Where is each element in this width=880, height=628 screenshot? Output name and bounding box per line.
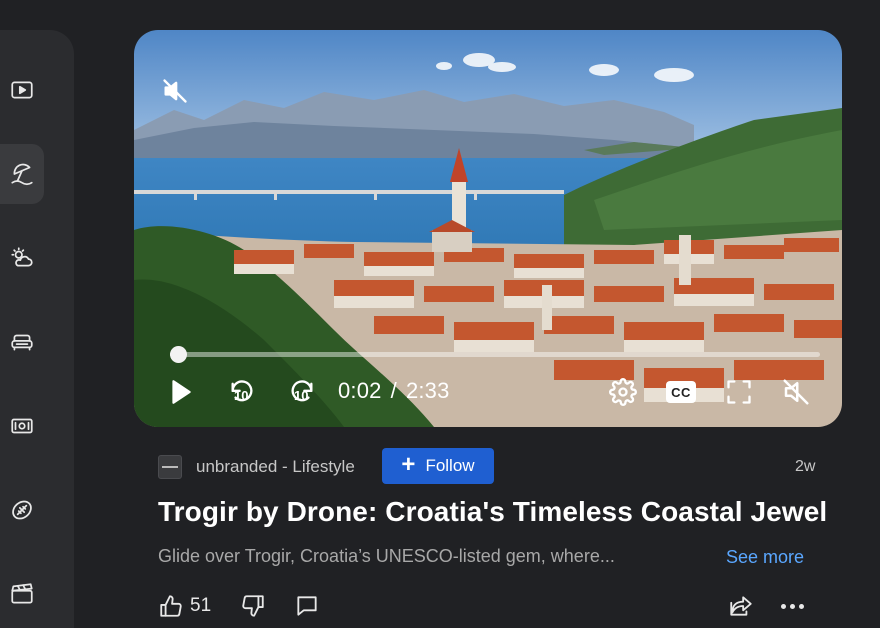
more-dots-icon <box>781 603 804 609</box>
like-button[interactable]: 51 <box>158 590 211 622</box>
progress-bar[interactable] <box>170 346 820 363</box>
player-controls: 10 10 0:02 / 2:33 CC <box>134 370 842 414</box>
current-time: 0:02 <box>338 378 382 403</box>
captions-button[interactable]: CC <box>664 370 698 414</box>
video-frame-trogir <box>134 30 842 427</box>
muted-speaker-icon <box>163 79 187 103</box>
settings-button[interactable] <box>606 370 640 414</box>
sidebar-item-travel[interactable] <box>0 144 44 204</box>
weather-icon <box>11 247 33 267</box>
channel-name[interactable]: unbranded - Lifestyle <box>196 457 355 477</box>
comment-button[interactable] <box>294 590 320 622</box>
fullscreen-button[interactable] <box>722 370 756 414</box>
gear-icon <box>609 378 637 406</box>
fullscreen-icon <box>727 380 751 404</box>
sidebar-item-sports[interactable] <box>0 480 44 540</box>
follow-label: Follow <box>425 456 475 475</box>
see-more-link[interactable]: See more <box>726 547 804 568</box>
video-title[interactable]: Trogir by Drone: Croatia's Timeless Coas… <box>158 496 827 528</box>
beach-umbrella-icon <box>11 163 33 186</box>
thumbs-down-icon <box>242 595 264 617</box>
skip-forward-seconds: 10 <box>294 388 309 403</box>
share-button[interactable] <box>728 590 754 622</box>
dislike-button[interactable] <box>240 590 266 622</box>
sidebar-item-video[interactable] <box>0 60 44 120</box>
follow-button[interactable]: + Follow <box>382 448 494 484</box>
more-options-button[interactable] <box>781 590 804 622</box>
left-rail <box>0 30 74 628</box>
skip-back-button[interactable]: 10 <box>222 370 262 414</box>
comment-icon <box>297 596 317 616</box>
post-age: 2w <box>795 458 816 475</box>
time-separator: / <box>390 378 397 403</box>
play-icon <box>172 380 191 404</box>
video-play-icon <box>11 81 33 99</box>
thumbs-up-icon <box>160 595 182 617</box>
mute-toggle-top[interactable] <box>158 74 192 108</box>
duration: 2:33 <box>405 378 450 403</box>
skip-forward-button[interactable]: 10 <box>282 370 322 414</box>
sidebar-item-home[interactable] <box>0 312 44 372</box>
mute-button[interactable] <box>778 370 814 414</box>
sofa-icon <box>11 334 33 351</box>
plus-icon: + <box>401 451 416 478</box>
muted-speaker-icon <box>783 379 809 405</box>
video-player[interactable]: 10 10 0:02 / 2:33 CC <box>134 30 842 427</box>
channel-logo[interactable] <box>158 455 182 479</box>
share-icon <box>730 596 752 616</box>
sidebar-item-money[interactable] <box>0 396 44 456</box>
play-button[interactable] <box>164 370 198 414</box>
like-count: 51 <box>190 595 212 616</box>
sports-ball-icon <box>12 500 32 520</box>
captions-label: CC <box>666 381 696 403</box>
time-display: 0:02 / 2:33 <box>338 378 450 404</box>
clapperboard-icon <box>11 583 33 604</box>
sidebar-item-movies[interactable] <box>0 564 44 624</box>
sidebar-item-weather[interactable] <box>0 228 44 288</box>
money-icon <box>11 418 33 434</box>
skip-back-seconds: 10 <box>234 388 249 403</box>
video-description: Glide over Trogir, Croatia’s UNESCO-list… <box>158 546 615 566</box>
